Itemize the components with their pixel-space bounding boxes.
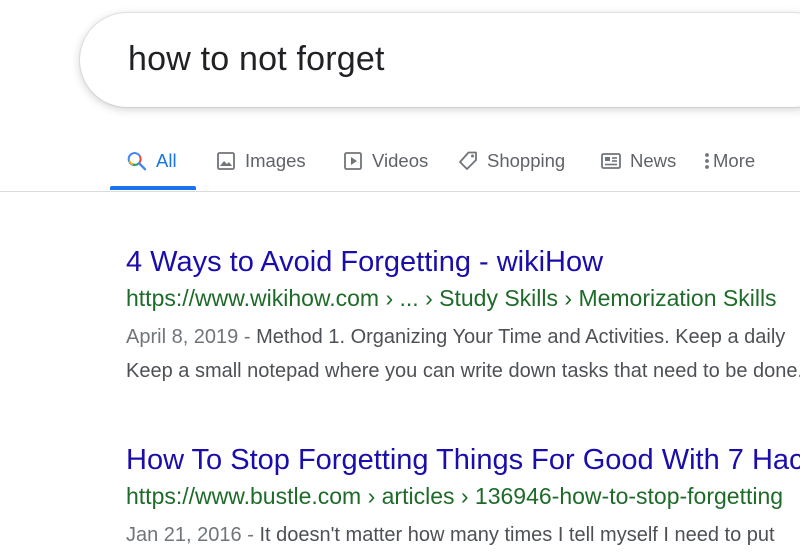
- date-separator: -: [241, 524, 260, 546]
- tab-label: More: [713, 150, 756, 171]
- result-title-link[interactable]: 4 Ways to Avoid Forgetting - wikiHow: [126, 246, 800, 279]
- news-icon: [600, 150, 622, 172]
- result-snippet: Jan 21, 2016 - It doesn't matter how man…: [126, 518, 800, 552]
- video-icon: [342, 150, 364, 172]
- result-date: April 8, 2019: [126, 326, 239, 348]
- tab-news[interactable]: News: [600, 147, 676, 175]
- tab-all[interactable]: All: [126, 147, 177, 175]
- search-result: 4 Ways to Avoid Forgetting - wikiHow htt…: [126, 246, 800, 388]
- result-url[interactable]: https://www.wikihow.com › ... › Study Sk…: [126, 285, 800, 312]
- tab-label: Videos: [372, 150, 429, 171]
- search-box[interactable]: how to not forget: [80, 13, 800, 107]
- tab-label: Images: [245, 150, 306, 171]
- snippet-text: It doesn't matter how many times I tell …: [259, 524, 775, 546]
- result-url[interactable]: https://www.bustle.com › articles › 1369…: [126, 483, 800, 510]
- tab-label: Shopping: [487, 150, 566, 171]
- search-tabs: All Images Videos Shopping News More: [0, 133, 800, 192]
- tab-images[interactable]: Images: [215, 147, 306, 175]
- image-icon: [215, 150, 237, 172]
- tag-icon: [457, 150, 479, 172]
- search-icon: [126, 150, 148, 172]
- snippet-line: Jan 21, 2016 - It doesn't matter how man…: [126, 518, 800, 552]
- more-vert-icon: [702, 150, 712, 172]
- tab-shopping[interactable]: Shopping: [457, 147, 565, 175]
- snippet-text: Method 1. Organizing Your Time and Activ…: [256, 326, 786, 348]
- active-tab-indicator: [110, 186, 196, 190]
- result-title-link[interactable]: How To Stop Forgetting Things For Good W…: [126, 444, 800, 477]
- tab-label: News: [630, 150, 677, 171]
- search-result: How To Stop Forgetting Things For Good W…: [126, 444, 800, 552]
- tab-videos[interactable]: Videos: [342, 147, 428, 175]
- date-separator: -: [238, 326, 257, 348]
- result-date: Jan 21, 2016: [126, 524, 242, 546]
- snippet-line: April 8, 2019 - Method 1. Organizing You…: [126, 320, 800, 354]
- tab-label: All: [156, 150, 177, 171]
- tab-more[interactable]: More: [702, 147, 755, 175]
- snippet-line: Keep a small notepad where you can write…: [126, 360, 800, 382]
- result-snippet: April 8, 2019 - Method 1. Organizing You…: [126, 320, 800, 388]
- search-input[interactable]: how to not forget: [128, 40, 385, 79]
